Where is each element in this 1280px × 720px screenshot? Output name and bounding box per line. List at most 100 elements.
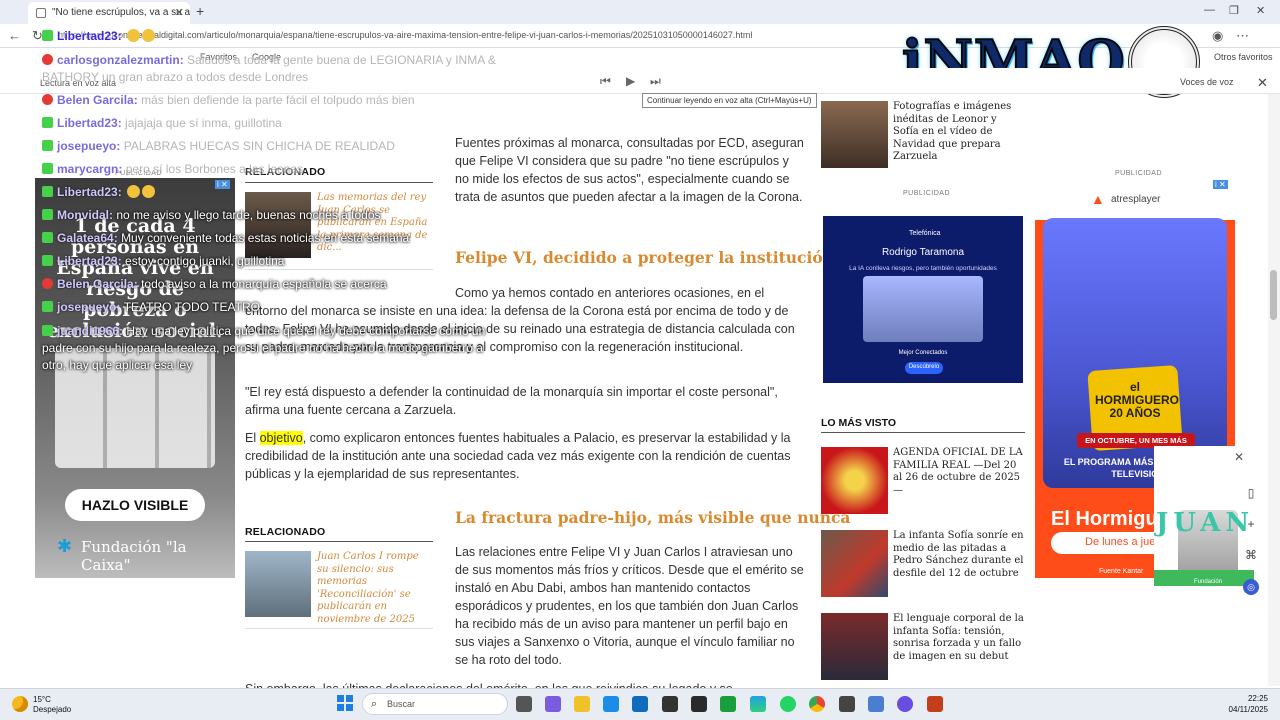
sidebar-tools: ▯ + ⌘ ◎ [1242, 478, 1260, 602]
related-thumb[interactable] [245, 192, 311, 258]
chat-separator: : [179, 53, 188, 67]
maximize-icon[interactable]: ❐ [1229, 4, 1239, 17]
telefonica-ad[interactable]: Telefónica Rodrigo Taramona La IA conlle… [823, 216, 1023, 383]
most-read-title: LO MÁS VISTO [821, 417, 897, 429]
new-tab-icon[interactable]: + [196, 3, 204, 19]
menu-icon[interactable]: ⋯ [1236, 28, 1249, 44]
article-paragraph-1: Fuentes próximas al monarca, consultadas… [455, 136, 804, 204]
chat-message: Galatea64: Muy conveniente todas estas n… [42, 231, 409, 245]
whatsapp-icon[interactable] [780, 696, 796, 712]
chat-message: Belen Garcila: más bien defiende la part… [42, 93, 415, 107]
related-thumb-2[interactable] [245, 551, 311, 617]
url-field[interactable]: https://www.elconfidencialdigital.com/ar… [58, 27, 838, 45]
sidebar-link[interactable]: Fotografías e imágenes inéditas de Leono… [893, 101, 1025, 164]
browser-tab[interactable]: "No tiene escrúpulos, va a su aire... ✕ [28, 2, 190, 24]
chat-text: jajajaja que sí inma, guillotina [125, 116, 282, 130]
p4-post: , como explicaron entonces fuentes habit… [245, 431, 791, 481]
chat-separator: : [116, 139, 124, 153]
edge-icon[interactable] [750, 696, 766, 712]
active-app-icon[interactable] [868, 696, 884, 712]
bookmark-other[interactable]: Otros favoritos [1214, 52, 1273, 62]
obs-icon[interactable] [897, 696, 913, 712]
related-heading-2: RELACIONADO [245, 526, 326, 538]
chat-text: TEATRO TODO TEATRO [123, 300, 260, 314]
related-rule [245, 182, 433, 183]
task-view-icon[interactable] [516, 696, 532, 712]
search-placeholder: Buscar [387, 699, 416, 709]
favicon-icon [36, 8, 46, 18]
extensions-icon[interactable]: ⌘ [1242, 540, 1260, 571]
file-explorer-icon[interactable] [574, 696, 590, 712]
teams-icon[interactable] [545, 696, 561, 712]
chat-message: Libertad23: [42, 185, 156, 199]
chat-separator: : [118, 162, 126, 176]
pub-label: PUBLICIDAD [903, 190, 951, 197]
chat-separator: : [117, 254, 126, 268]
kick-icon [42, 117, 53, 128]
emoji-icon [127, 29, 141, 42]
ad-choices-icon-2[interactable]: i ✕ [1213, 180, 1228, 189]
weather-widget[interactable]: 15°C Despejado [33, 695, 71, 715]
ad-cta-button[interactable]: HAZLO VISIBLE [65, 489, 205, 521]
close-read-aloud-icon[interactable]: ✕ [1257, 75, 1268, 91]
clock[interactable]: 22:25 04/11/2025 [1218, 693, 1268, 715]
chat-separator: : [133, 93, 142, 107]
sidebar-thumb[interactable] [821, 101, 888, 168]
tele-button[interactable]: Descúbrelo [905, 362, 943, 374]
chat-text: estoy contigo juanki, guillotina [125, 254, 285, 268]
most-read-3[interactable]: El lenguaje corporal de la infanta Sofía… [893, 613, 1025, 663]
powerpoint-icon[interactable] [927, 696, 943, 712]
article-paragraph-3: "El rey está dispuesto a defender la con… [245, 385, 778, 417]
promo-word: JUAN [1156, 508, 1255, 538]
settings-icon[interactable] [662, 696, 678, 712]
chat-separator: : [133, 277, 142, 291]
most-read-2[interactable]: La infanta Sofía sonríe en medio de las … [893, 530, 1025, 580]
play-icon[interactable]: ▶ [626, 74, 635, 88]
most-read-thumb-1[interactable] [821, 447, 888, 514]
emoji-icon [127, 185, 141, 198]
terminal-icon[interactable] [691, 696, 707, 712]
small-promo[interactable]: ✕ JUAN Fundación [1154, 446, 1254, 586]
add-icon[interactable]: + [1242, 509, 1260, 540]
minimize-icon[interactable]: — [1204, 4, 1215, 16]
store-icon[interactable] [603, 696, 619, 712]
kick-icon [42, 325, 53, 336]
most-read-thumb-2[interactable] [821, 530, 888, 597]
voice-options[interactable]: Voces de voz [1180, 77, 1234, 87]
weather-icon[interactable] [12, 696, 28, 712]
app-icon[interactable] [839, 696, 855, 712]
scrollbar-thumb[interactable] [1270, 270, 1277, 320]
close-window-icon[interactable]: ✕ [1256, 4, 1265, 17]
close-promo-icon[interactable]: ✕ [1234, 450, 1244, 464]
youtube-icon [42, 94, 53, 105]
chrome-icon[interactable] [809, 696, 825, 712]
most-read-rule [821, 432, 1025, 433]
related-link-2[interactable]: Juan Carlos I rompe su silencio: sus mem… [317, 551, 433, 626]
ad-choices-icon[interactable]: i ✕ [215, 180, 230, 189]
related-link[interactable]: Las memorias del rey Juan Carlos se publ… [317, 192, 433, 255]
back-icon[interactable]: ← [8, 28, 21, 43]
chat-separator: : [113, 231, 122, 245]
previous-icon[interactable]: ⏮ [600, 74, 611, 89]
scrollbar[interactable] [1268, 94, 1280, 686]
xbox-icon[interactable] [720, 696, 736, 712]
start-icon[interactable] [337, 695, 353, 711]
close-tab-icon[interactable]: ✕ [175, 6, 184, 19]
outlook-icon[interactable] [632, 696, 648, 712]
next-icon[interactable]: ⏭ [650, 74, 661, 89]
chat-message: juandi1966: Hay una ley política que dic… [42, 323, 502, 374]
kick-icon [42, 140, 53, 151]
youtube-icon [42, 278, 53, 289]
tele-brand: Telefónica [909, 230, 941, 237]
reader-icon[interactable]: ▯ [1242, 478, 1260, 509]
assistant-icon[interactable]: ◎ [1242, 571, 1260, 602]
chat-text: PALABRAS HUECAS SIN CHICHA DE REALIDAD [123, 139, 395, 153]
article-subheading-2: La fractura padre-hijo, más visible que … [455, 508, 851, 527]
chat-message: carlosgonzalezmartin: Saludos a toda la … [42, 52, 512, 86]
article-paragraph-5: Las relaciones entre Felipe VI y Juan Ca… [455, 545, 804, 667]
tele-name: Rodrigo Taramona [881, 247, 965, 258]
profile-icon[interactable]: ◉ [1212, 28, 1223, 44]
taskbar-search[interactable]: ⌕ Buscar [362, 693, 508, 715]
most-read-thumb-3[interactable] [821, 613, 888, 680]
most-read-1[interactable]: AGENDA OFICIAL DE LA FAMILIA REAL —Del 2… [893, 447, 1025, 497]
